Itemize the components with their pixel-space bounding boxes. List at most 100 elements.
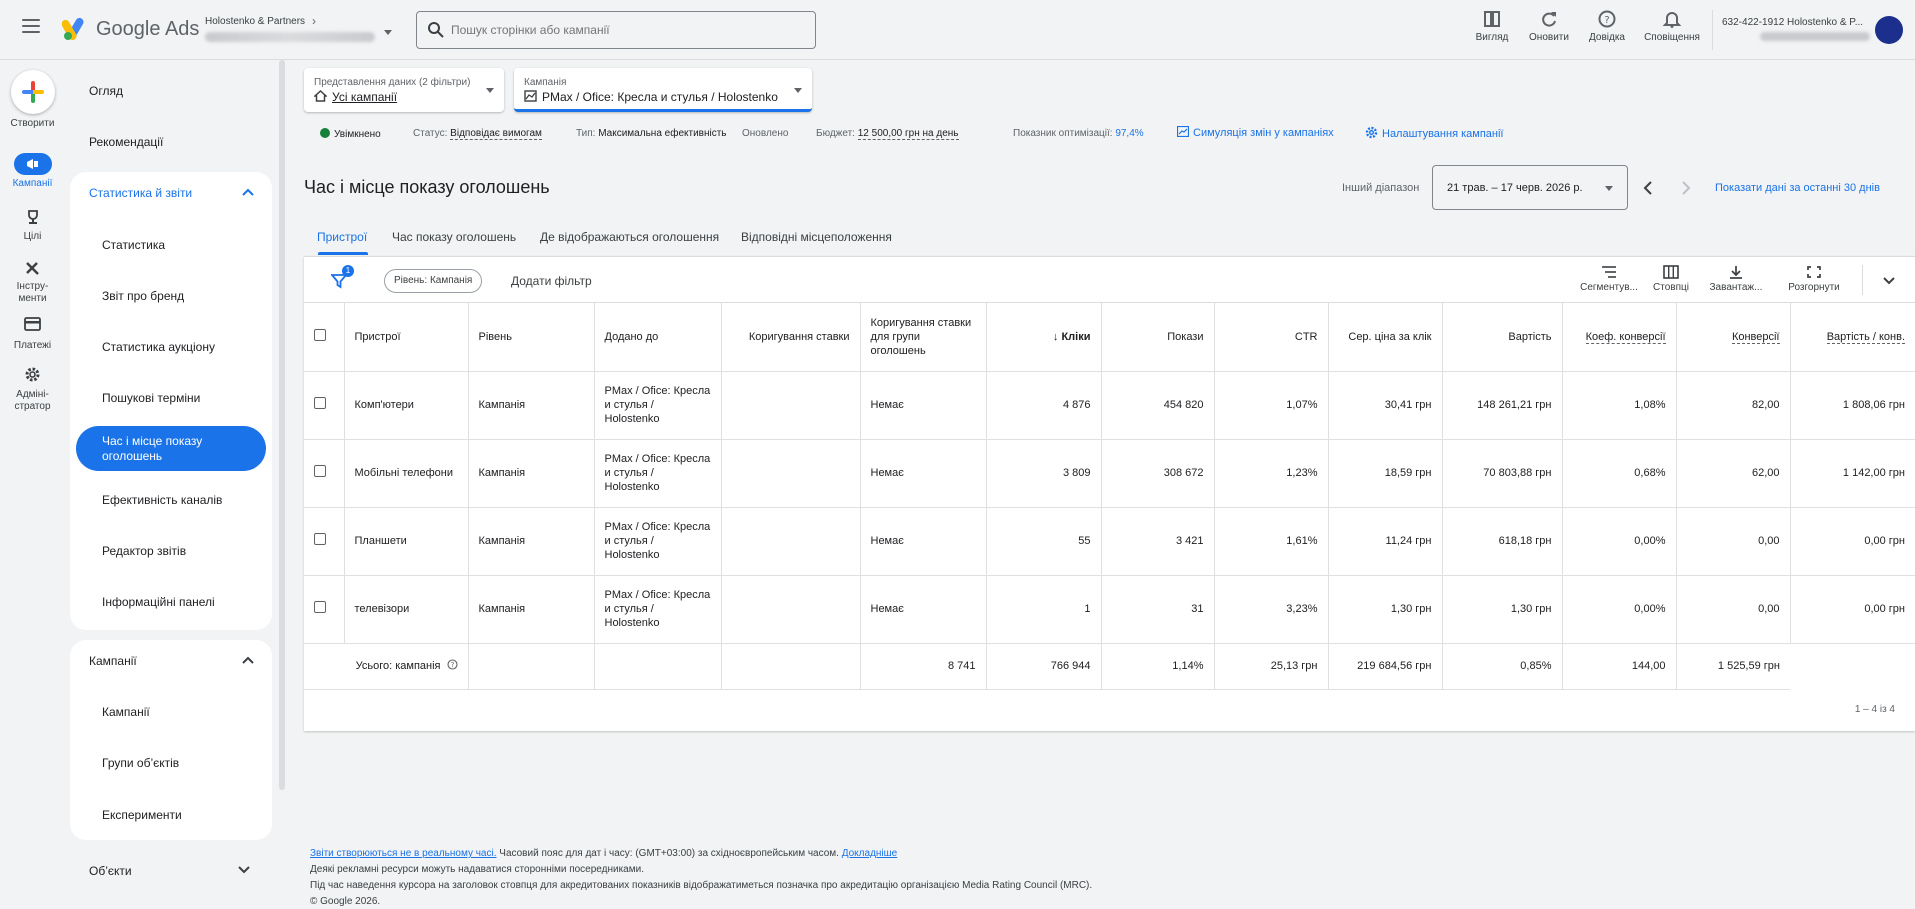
search-box[interactable] [416, 11, 816, 49]
campaign-settings-link[interactable]: Налаштування кампанії [1365, 126, 1503, 140]
select-all-checkbox[interactable] [314, 328, 326, 341]
col-cost[interactable]: Вартість [1442, 303, 1563, 372]
megaphone-icon [27, 159, 38, 169]
col-conversions[interactable]: Конверсії [1676, 303, 1791, 372]
nav-campaigns-title[interactable]: Кампанії [89, 654, 137, 668]
col-added-to[interactable]: Додано до [594, 303, 722, 372]
nav-item-when-where-active[interactable]: Час і місце показу оголошень [76, 426, 266, 471]
nav-item-brand-report[interactable]: Звіт про бренд [102, 289, 184, 303]
col-clicks[interactable]: ↓ Кліки [986, 303, 1102, 372]
chevron-up-icon[interactable] [242, 656, 254, 664]
row-checkbox[interactable] [314, 397, 326, 409]
learn-more-link[interactable]: Докладніше [842, 848, 898, 859]
col-level[interactable]: Рівень [468, 303, 595, 372]
nav-item-search-terms[interactable]: Пошукові терміни [102, 391, 200, 405]
refresh-button[interactable]: Оновити [1520, 10, 1578, 43]
left-rail: Створити Кампанії Цілі Інстру- менти Пла… [0, 60, 65, 909]
table-row[interactable]: телевізори Кампанія PMax / Ofice: Кресла и… [304, 575, 1915, 644]
rail-item-billing[interactable]: Платежі [0, 340, 65, 352]
col-cost-per-conv[interactable]: Вартість / конв. [1790, 303, 1915, 372]
tab-matched-locations[interactable]: Відповідні місцеположення [741, 230, 892, 244]
table-row[interactable]: Мобільні телефони Кампанія PMax / Ofice: К… [304, 439, 1915, 508]
cell-avg-cpc: 30,41 грн [1328, 371, 1443, 440]
dropdown-arrow-icon [486, 88, 494, 93]
cell-ctr: 3,23% [1214, 575, 1329, 644]
budget-value[interactable]: 12 500,00 грн на день [857, 128, 959, 140]
last-30-days-link[interactable]: Показати дані за останні 30 днів [1715, 182, 1880, 194]
nav-item-experiments[interactable]: Експерименти [102, 808, 182, 822]
tab-ad-schedule[interactable]: Час показу оголошень [392, 230, 516, 244]
nav-item-channel-performance[interactable]: Ефективність каналів [102, 493, 222, 507]
menu-icon[interactable] [22, 19, 40, 33]
credit-card-icon[interactable] [24, 317, 41, 331]
simulate-link[interactable]: Симуляція змін у кампаніях [1176, 125, 1334, 139]
not-realtime-link[interactable]: Звіти створюються не в реальному часі. [310, 848, 497, 859]
nav-item-stats[interactable]: Статистика [102, 238, 165, 252]
rail-item-tools[interactable]: Інстру- менти [0, 281, 65, 305]
help-button[interactable]: ? Довідка [1578, 10, 1636, 43]
nav-recommendations[interactable]: Рекомендації [89, 135, 163, 149]
nav-objects[interactable]: Об’єкти [89, 864, 132, 878]
campaign-filter-dropdown[interactable]: Кампанія PMax / Ofice: Кресла и стулья /… [514, 68, 812, 112]
nav-item-campaigns[interactable]: Кампанії [102, 705, 150, 719]
chevron-down-icon[interactable] [238, 866, 250, 874]
level-filter-chip[interactable]: Рівень: Кампанія [384, 269, 483, 293]
nav-item-asset-groups[interactable]: Групи об’єктів [102, 756, 179, 770]
date-range-picker[interactable]: 21 трав. – 17 черв. 2026 р. [1432, 165, 1628, 210]
help-circle-icon[interactable]: ? [441, 659, 458, 672]
account-name[interactable]: Holostenko & Partners [205, 16, 305, 27]
nav-item-auction[interactable]: Статистика аукціону [102, 340, 215, 354]
user-account-label[interactable]: 632-422-1912 Holostenko & P... [1722, 17, 1872, 28]
optimization-value[interactable]: 97,4% [1115, 128, 1143, 139]
row-checkbox[interactable] [314, 601, 326, 613]
cell-ctr: 1,61% [1214, 507, 1329, 576]
download-button[interactable]: Завантаж... [1704, 265, 1768, 293]
col-avg-cpc[interactable]: Сер. ціна за клік [1328, 303, 1443, 372]
table-row[interactable]: Планшети Кампанія PMax / Ofice: Кресла и с… [304, 507, 1915, 576]
rail-item-campaigns[interactable]: Кампанії [0, 178, 65, 190]
tab-locations-shown[interactable]: Де відображаються оголошення [540, 230, 719, 244]
tools-icon[interactable] [24, 259, 41, 276]
cell-ctr: 1,07% [1214, 371, 1329, 440]
row-checkbox[interactable] [314, 533, 326, 545]
col-devices[interactable]: Пристрої [344, 303, 469, 372]
expand-button[interactable]: Розгорнути [1782, 265, 1846, 293]
col-adgroup-bid-adj[interactable]: Коригування ставки для групи оголошень [860, 303, 987, 372]
nav-overview[interactable]: Огляд [89, 84, 123, 98]
rail-item-admin[interactable]: Адміні- стратор [0, 389, 65, 413]
search-input[interactable] [451, 20, 801, 40]
nav-stats-title[interactable]: Статистика й звіти [89, 186, 192, 200]
chevron-down-icon[interactable] [1883, 277, 1895, 285]
campaign-enabled-status[interactable]: Увімкнено [320, 128, 381, 140]
campaigns-rail-active[interactable] [14, 153, 52, 175]
col-conv-rate[interactable]: Коеф. конверсії [1562, 303, 1677, 372]
nav-item-report-editor[interactable]: Редактор звітів [102, 544, 186, 558]
col-ctr[interactable]: CTR [1214, 303, 1329, 372]
brand-name: Google Ads [96, 18, 200, 40]
view-filter-dropdown[interactable]: Представлення даних (2 фільтри) Усі камп… [304, 68, 504, 112]
chevron-right-icon[interactable]: › [312, 14, 316, 28]
account-dropdown-icon[interactable] [384, 30, 392, 35]
tab-devices[interactable]: Пристрої [317, 230, 367, 244]
col-bid-adj[interactable]: Коригування ставки [721, 303, 861, 372]
segment-button[interactable]: Сегментув... [1577, 265, 1641, 293]
status-value[interactable]: Відповідає вимогам [450, 128, 542, 140]
chevron-left-icon[interactable] [1643, 180, 1653, 196]
columns-button[interactable]: Стовпці [1644, 265, 1698, 293]
rail-item-goals[interactable]: Цілі [0, 231, 65, 243]
gear-icon[interactable] [24, 366, 41, 383]
notifications-button[interactable]: Сповіщення [1641, 10, 1703, 43]
row-checkbox[interactable] [314, 465, 326, 477]
appearance-button[interactable]: Вигляд [1463, 10, 1521, 43]
nav-item-dashboards[interactable]: Інформаційні панелі [102, 595, 215, 609]
create-button[interactable] [11, 70, 55, 114]
add-filter-button[interactable]: Додати фільтр [511, 274, 592, 288]
chevron-right-icon[interactable] [1681, 180, 1691, 196]
chevron-up-icon[interactable] [242, 188, 254, 196]
nav-scrollbar[interactable] [279, 60, 285, 790]
col-impressions[interactable]: Покази [1101, 303, 1215, 372]
avatar[interactable] [1875, 16, 1903, 44]
table-row[interactable]: Комп'ютери Кампанія PMax / Ofice: Кресла и… [304, 371, 1915, 440]
trophy-icon[interactable] [25, 209, 41, 225]
table-header-row: Пристрої Рівень Додано до Коригування ст… [304, 303, 1915, 372]
